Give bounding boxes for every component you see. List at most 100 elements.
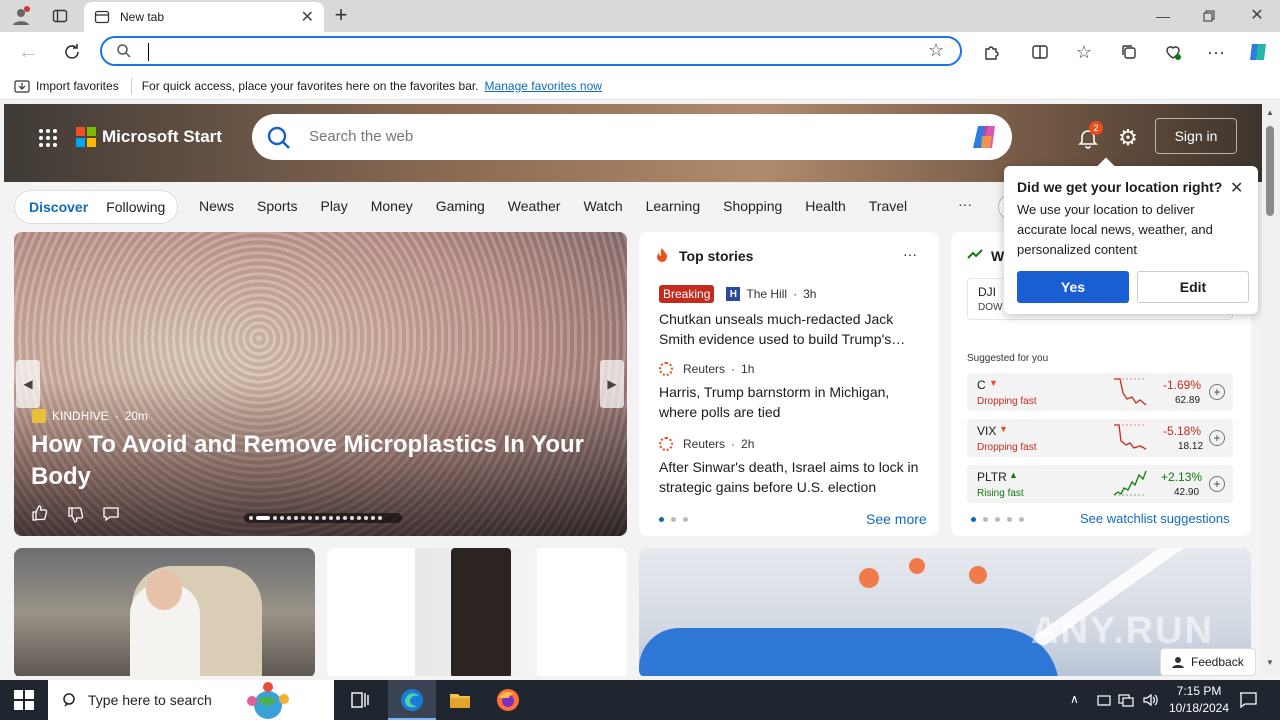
edge-taskbar-button[interactable] [388, 680, 436, 720]
firefox-icon[interactable] [496, 688, 520, 712]
taskbar-search-box[interactable]: Type here to search [48, 680, 334, 720]
close-window-icon[interactable]: ✕ [1246, 5, 1268, 25]
page-dots[interactable] [971, 517, 1024, 522]
clock-time[interactable]: 7:15 PM [1174, 684, 1224, 698]
windows-start-icon[interactable] [14, 690, 34, 710]
favorites-icon[interactable]: ☆ [1072, 40, 1096, 64]
network-tray-icon[interactable] [1096, 692, 1112, 708]
hero-source: KINDHIVE [52, 409, 109, 423]
story-title[interactable]: Chutkan unseals much-redacted Jack Smith… [659, 309, 919, 349]
page-scrollbar[interactable]: ▲ ▼ [1262, 104, 1280, 676]
network-icon[interactable] [1118, 692, 1134, 708]
nav-item-gaming[interactable]: Gaming [436, 198, 485, 214]
settings-gear-icon[interactable]: ⚙ [1116, 125, 1140, 150]
star-icon[interactable]: ☆ [928, 40, 944, 61]
notification-center-icon[interactable] [1238, 690, 1258, 710]
new-tab-button[interactable]: + [330, 2, 352, 27]
see-more-link[interactable]: See more [866, 511, 927, 527]
scroll-down-arrow[interactable]: ▼ [1266, 658, 1274, 667]
web-search-box[interactable]: Search the web [252, 114, 1012, 160]
task-view-icon[interactable] [350, 690, 370, 710]
more-menu-icon[interactable]: ··· [1204, 40, 1228, 64]
tab-following[interactable]: Following [106, 199, 165, 215]
nav-item-money[interactable]: Money [371, 198, 413, 214]
nav-item-play[interactable]: Play [320, 198, 347, 214]
news-card-pope[interactable] [14, 548, 315, 676]
up-arrow-icon: ▲ [1009, 470, 1018, 480]
nav-item-news[interactable]: News [199, 198, 234, 214]
add-stock-icon[interactable]: + [1209, 430, 1225, 446]
stock-row[interactable]: VIX ▼ Dropping fast -5.18% 18.12 + [967, 419, 1233, 457]
trend-up-icon [967, 248, 983, 260]
taskbar-search-placeholder[interactable]: Type here to search [88, 692, 212, 708]
address-input[interactable] [148, 43, 150, 61]
hero-title[interactable]: How To Avoid and Remove Microplastics In… [31, 429, 591, 493]
top-stories-more-icon[interactable]: ··· [903, 246, 917, 262]
collections-icon[interactable] [1117, 40, 1141, 64]
like-icon[interactable] [30, 504, 48, 522]
nav-more-button[interactable]: ··· [958, 196, 972, 212]
story-title[interactable]: Harris, Trump barnstorm in Michigan, whe… [659, 382, 909, 422]
nav-item-health[interactable]: Health [805, 198, 845, 214]
extensions-icon[interactable] [980, 40, 1004, 64]
feedback-button[interactable]: Feedback [1160, 648, 1256, 676]
story-title[interactable]: After Sinwar's death, Israel aims to loc… [659, 457, 919, 497]
add-stock-icon[interactable]: + [1209, 476, 1225, 492]
location-yes-button[interactable]: Yes [1017, 271, 1129, 303]
import-favorites-button[interactable]: Import favorites [36, 79, 119, 93]
brand-name[interactable]: Microsoft Start [102, 127, 222, 147]
minimize-icon[interactable]: — [1152, 6, 1174, 26]
file-explorer-icon[interactable] [448, 688, 472, 712]
close-icon[interactable]: ✕ [1230, 178, 1243, 198]
story-age: 2h [741, 437, 755, 451]
refresh-icon[interactable] [60, 40, 84, 64]
nav-item-watch[interactable]: Watch [583, 198, 622, 214]
nav-item-travel[interactable]: Travel [869, 198, 907, 214]
scroll-up-arrow[interactable]: ▲ [1266, 108, 1274, 117]
volume-icon[interactable] [1142, 692, 1158, 708]
back-icon[interactable]: ← [16, 40, 40, 64]
sample-dot [969, 566, 987, 584]
dislike-icon[interactable] [66, 506, 84, 524]
tab-discover[interactable]: Discover [29, 199, 88, 215]
app-launcher-icon[interactable] [36, 126, 60, 150]
carousel-prev-button[interactable]: ◀ [16, 360, 40, 408]
carousel-indicator[interactable] [244, 513, 402, 523]
hero-story-card[interactable]: ◀ ▶ KINDHIVE · 20m How To Avoid and Remo… [14, 232, 627, 536]
location-edit-button[interactable]: Edit [1137, 271, 1249, 303]
watchlist-heading[interactable]: W [991, 248, 1004, 264]
copilot-sidebar-icon[interactable] [1245, 39, 1271, 65]
scroll-thumb[interactable] [1266, 126, 1274, 216]
stock-row[interactable]: C ▼ Dropping fast -1.69% 62.89 + [967, 373, 1233, 411]
close-tab-icon[interactable]: ✕ [301, 7, 314, 27]
manage-favorites-link[interactable]: Manage favorites now [485, 79, 602, 93]
nav-item-learning[interactable]: Learning [646, 198, 701, 214]
performance-icon[interactable] [1161, 40, 1185, 64]
stock-row[interactable]: PLTR ▲ Rising fast +2.13% 42.90 + [967, 465, 1233, 503]
stock-status: Rising fast [977, 488, 1024, 499]
clock-date[interactable]: 10/18/2024 [1164, 701, 1234, 715]
web-search-placeholder[interactable]: Search the web [309, 128, 413, 145]
sign-in-button[interactable]: Sign in [1155, 118, 1237, 154]
see-watchlist-link[interactable]: See watchlist suggestions [1080, 511, 1230, 526]
comment-icon[interactable] [102, 505, 120, 523]
profile-icon[interactable] [10, 5, 32, 27]
story-source-row: Breaking H The Hill · 3h [659, 285, 816, 303]
carousel-next-button[interactable]: ▶ [600, 360, 624, 408]
copilot-icon[interactable] [970, 122, 1000, 152]
page-dots[interactable] [659, 517, 688, 522]
add-stock-icon[interactable]: + [1209, 384, 1225, 400]
browser-tab-new[interactable]: New tab ✕ [84, 2, 324, 32]
divider [130, 77, 132, 94]
show-hidden-icons-chevron-icon[interactable]: ∧ [1070, 692, 1079, 706]
split-screen-icon[interactable] [1028, 40, 1052, 64]
news-card-fashion[interactable] [327, 548, 627, 676]
top-stories-heading[interactable]: Top stories [679, 248, 753, 264]
tab-actions-icon[interactable] [50, 6, 70, 26]
nav-item-shopping[interactable]: Shopping [723, 198, 782, 214]
restore-icon[interactable] [1198, 6, 1220, 26]
address-bar[interactable]: ☆ [100, 36, 962, 66]
nav-item-weather[interactable]: Weather [508, 198, 561, 214]
sparkline-chart [1113, 470, 1147, 496]
nav-item-sports[interactable]: Sports [257, 198, 297, 214]
